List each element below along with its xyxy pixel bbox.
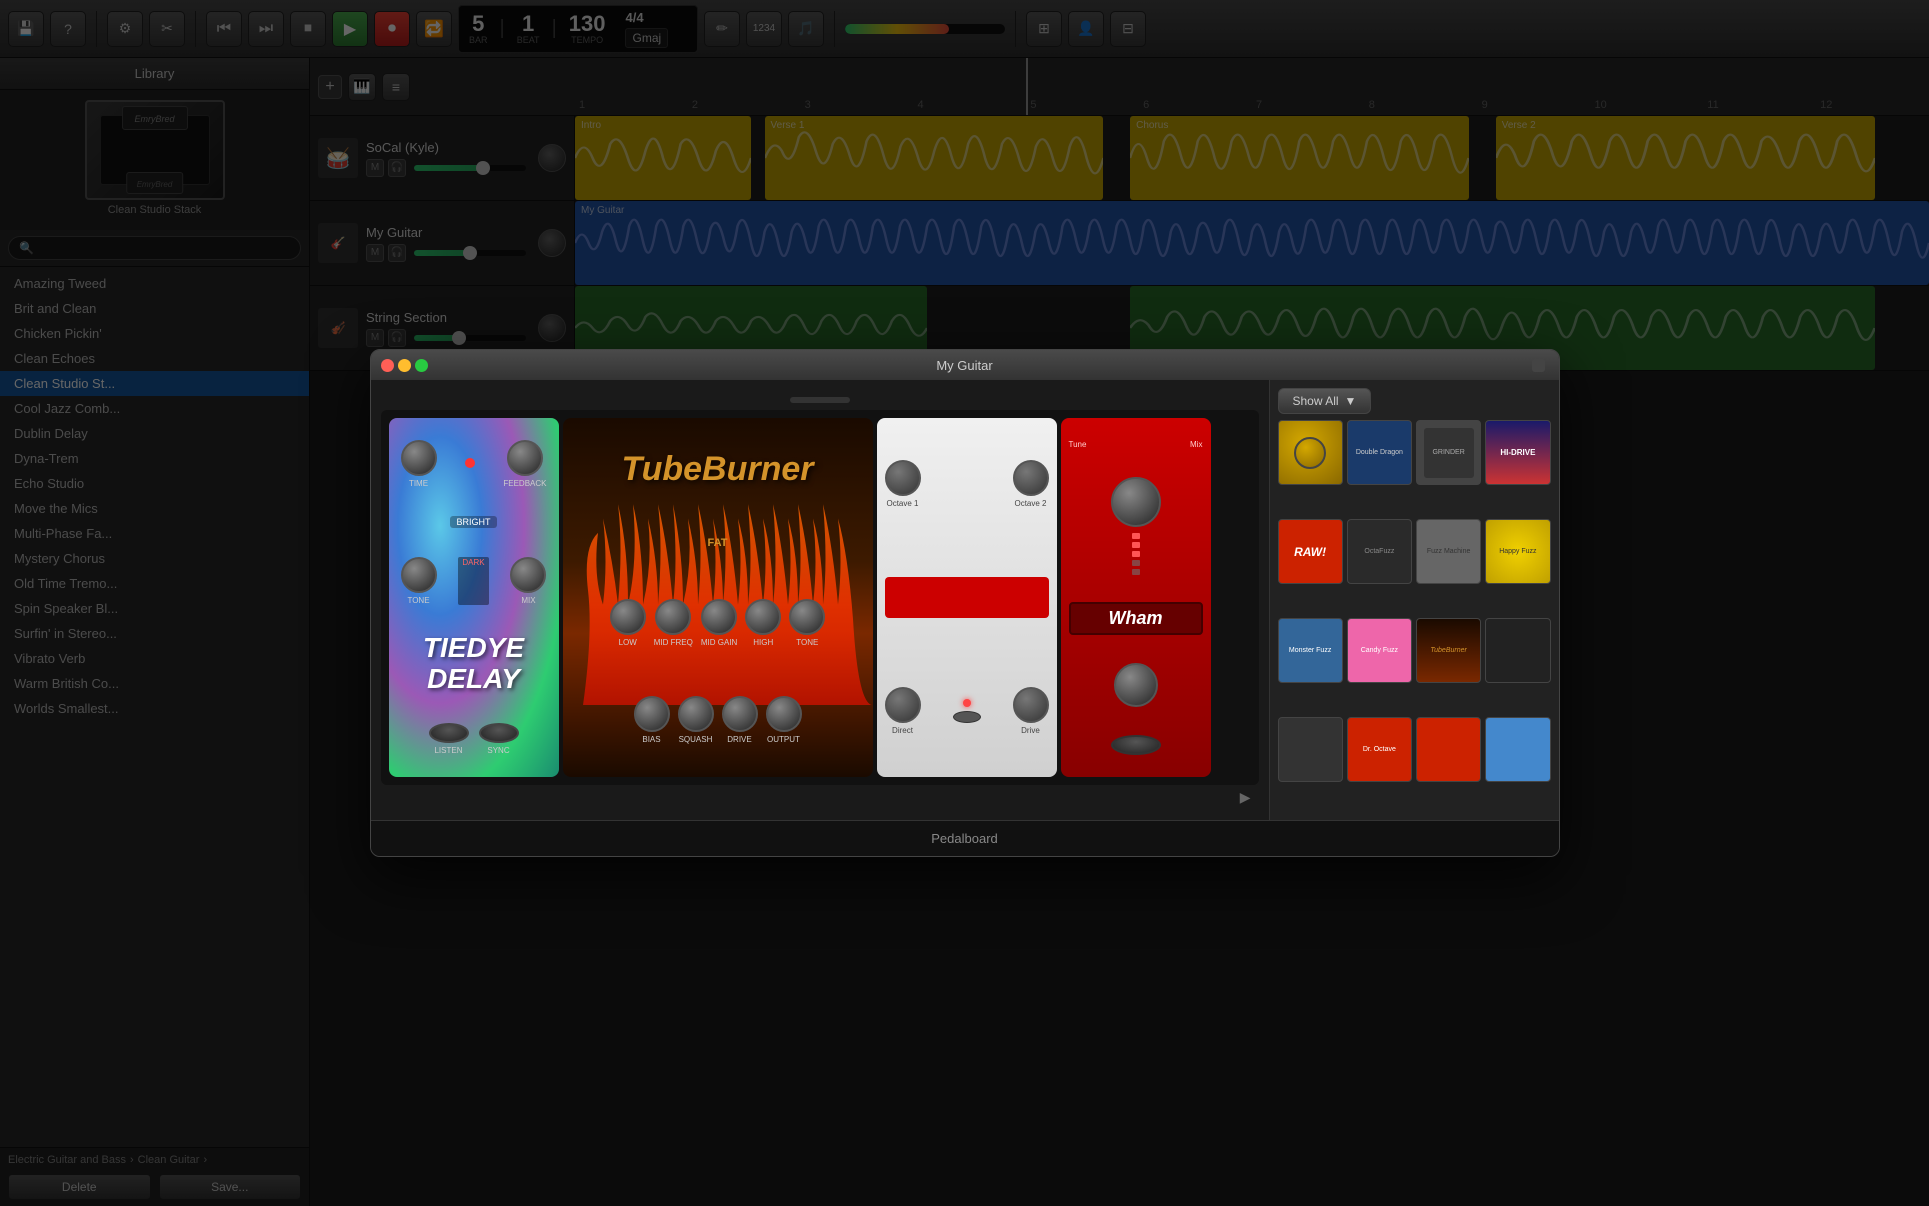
knob-tone: TONE bbox=[401, 557, 437, 605]
pedal-tubeburner[interactable]: TubeBurner FAT LOW MID FREQ bbox=[563, 418, 873, 777]
knob-sync: SYNC bbox=[479, 723, 519, 755]
rack-item-row4-4[interactable] bbox=[1485, 717, 1550, 782]
pedal-droctave[interactable]: Octave 1 Octave 2 Dr. Octave bbox=[877, 418, 1057, 777]
rack-item-monsterfuzz-label: Monster Fuzz bbox=[1289, 647, 1331, 654]
wham-footswitch[interactable] bbox=[1111, 735, 1161, 755]
modal-body: TIME FEEDBACK BRIGHT bbox=[371, 380, 1559, 820]
wham-top: Tune Mix bbox=[1069, 440, 1203, 449]
wham-main bbox=[1111, 477, 1161, 575]
tubeburner-name: TubeBurner bbox=[621, 451, 813, 488]
wham-leds bbox=[1132, 533, 1140, 575]
tiedye-bottom-knobs: TONE DARK MIX bbox=[397, 557, 551, 605]
rack-item-1[interactable] bbox=[1278, 420, 1343, 485]
rack-item-droctave2-label: Dr. Octave bbox=[1363, 746, 1396, 753]
modal-titlebar: My Guitar bbox=[371, 350, 1559, 380]
rack-grid: Double Dragon GRINDER HI-DRIVE RAW! bbox=[1278, 420, 1551, 812]
rack-item-hidrive[interactable]: HI-DRIVE bbox=[1485, 420, 1550, 485]
rack-item-candyfuzz[interactable]: Candy Fuzz bbox=[1347, 618, 1412, 683]
rack-item-droctave2[interactable]: Dr. Octave bbox=[1347, 717, 1412, 782]
modal-close-button[interactable] bbox=[381, 359, 394, 372]
rack-item-happyfuzz[interactable]: Happy Fuzz bbox=[1485, 519, 1550, 584]
rack-item-candyfuzz-label: Candy Fuzz bbox=[1361, 647, 1398, 654]
pedalboard-top-bar bbox=[381, 390, 1259, 410]
show-all-chevron: ▼ bbox=[1345, 394, 1357, 408]
show-all-button[interactable]: Show All ▼ bbox=[1278, 388, 1372, 414]
droctave-led-group bbox=[953, 699, 981, 723]
knob-drive-oct: Drive bbox=[1013, 687, 1049, 735]
rack-item-tubeburner2-label: TubeBurner bbox=[1430, 647, 1466, 654]
modal-settings-button[interactable] bbox=[1532, 359, 1545, 372]
wham-nameplate: Wham bbox=[1069, 602, 1203, 635]
scroll-right-arrow[interactable]: ▶ bbox=[1240, 789, 1251, 806]
rack-item-monsterfuzz[interactable]: Monster Fuzz bbox=[1278, 618, 1343, 683]
knob-bias: BIAS bbox=[634, 696, 670, 744]
rack-item-octafuzz-label: OctaFuzz bbox=[1364, 548, 1394, 555]
rack-item-hidrive-label: HI-DRIVE bbox=[1500, 448, 1535, 457]
dark-label: DARK bbox=[458, 557, 488, 605]
droctave-led bbox=[963, 699, 971, 707]
modal-minimize-button[interactable] bbox=[398, 359, 411, 372]
rack-item-row4-1[interactable] bbox=[1278, 717, 1343, 782]
cable-slot bbox=[790, 397, 850, 403]
tiedye-led bbox=[465, 458, 475, 468]
knob-time: TIME bbox=[401, 440, 437, 488]
knob-midfreq: MID FREQ bbox=[654, 599, 693, 647]
rack-item-fuzzmachine-label: Fuzz Machine bbox=[1427, 548, 1471, 555]
rack-item-octafuzz[interactable]: OctaFuzz bbox=[1347, 519, 1412, 584]
modal-title: My Guitar bbox=[936, 358, 992, 373]
rack-item-row3-4[interactable] bbox=[1485, 618, 1550, 683]
pedalboard-area: TIME FEEDBACK BRIGHT bbox=[371, 380, 1269, 820]
droctave-top: Octave 1 Octave 2 bbox=[885, 460, 1049, 508]
tiedye-name: TIEDYEDELAY bbox=[423, 633, 524, 695]
pedal-tiedye-delay[interactable]: TIME FEEDBACK BRIGHT bbox=[389, 418, 559, 777]
tiedye-footer: LISTEN SYNC bbox=[397, 723, 551, 755]
rack-item-grinder-label: GRINDER bbox=[1432, 449, 1464, 456]
tiedye-top-knobs: TIME FEEDBACK bbox=[397, 440, 551, 488]
tubeburner-knobs-row2: BIAS SQUASH DRIVE bbox=[634, 696, 802, 744]
knob-wham-bottom bbox=[1114, 663, 1158, 707]
rack-item-raw-label: RAW! bbox=[1294, 545, 1326, 559]
show-all-label: Show All bbox=[1293, 394, 1339, 408]
knob-high: HIGH bbox=[745, 599, 781, 647]
droctave-name: Dr. Octave bbox=[891, 583, 1043, 612]
knob-wham-main bbox=[1111, 477, 1161, 527]
knob-octave2: Octave 2 bbox=[1013, 460, 1049, 508]
bright-label: BRIGHT bbox=[450, 516, 496, 528]
knob-feedback: FEEDBACK bbox=[503, 440, 546, 488]
pedal-wham[interactable]: Tune Mix bbox=[1061, 418, 1211, 777]
knob-mix: MIX bbox=[510, 557, 546, 605]
knob-drive: DRIVE bbox=[722, 696, 758, 744]
droctave-button[interactable] bbox=[953, 711, 981, 723]
pedals-container: TIME FEEDBACK BRIGHT bbox=[381, 410, 1259, 785]
knob-midgain: MID GAIN bbox=[701, 599, 737, 647]
rack-item-raw[interactable]: RAW! bbox=[1278, 519, 1343, 584]
rack-item-happyfuzz-label: Happy Fuzz bbox=[1499, 548, 1536, 555]
tubeburner-knobs-row1: LOW MID FREQ MID GAIN bbox=[610, 599, 826, 647]
droctave-bottom: Direct Drive bbox=[885, 687, 1049, 735]
rack-item-row4-3[interactable] bbox=[1416, 717, 1481, 782]
knob-squash: SQUASH bbox=[678, 696, 714, 744]
modal-overlay: My Guitar TIME bbox=[0, 0, 1929, 1206]
knob-low: LOW bbox=[610, 599, 646, 647]
fat-label: FAT bbox=[708, 537, 728, 549]
pedalboard-modal: My Guitar TIME bbox=[370, 349, 1560, 857]
modal-footer-label: Pedalboard bbox=[931, 831, 998, 846]
knob-tone-tb: TONE bbox=[789, 599, 825, 647]
knob-listen: LISTEN bbox=[429, 723, 469, 755]
droctave-nameplate: Dr. Octave bbox=[885, 577, 1049, 618]
rack-browser: Show All ▼ Double Dragon GRINDER bbox=[1269, 380, 1559, 820]
rack-item-tubeburner2[interactable]: TubeBurner bbox=[1416, 618, 1481, 683]
rack-item-doubledragon[interactable]: Double Dragon bbox=[1347, 420, 1412, 485]
knob-octave1: Octave 1 bbox=[885, 460, 921, 508]
modal-maximize-button[interactable] bbox=[415, 359, 428, 372]
rack-item-grinder[interactable]: GRINDER bbox=[1416, 420, 1481, 485]
knob-direct: Direct bbox=[885, 687, 921, 735]
knob-mix-wham: Mix bbox=[1190, 440, 1202, 449]
rack-item-doubledragon-label: Double Dragon bbox=[1353, 446, 1406, 459]
modal-footer: Pedalboard bbox=[371, 820, 1559, 856]
knob-output: OUTPUT bbox=[766, 696, 802, 744]
wham-name: Wham bbox=[1109, 608, 1163, 628]
scroll-right-area: ▶ bbox=[381, 785, 1259, 810]
rack-item-fuzzmachine[interactable]: Fuzz Machine bbox=[1416, 519, 1481, 584]
